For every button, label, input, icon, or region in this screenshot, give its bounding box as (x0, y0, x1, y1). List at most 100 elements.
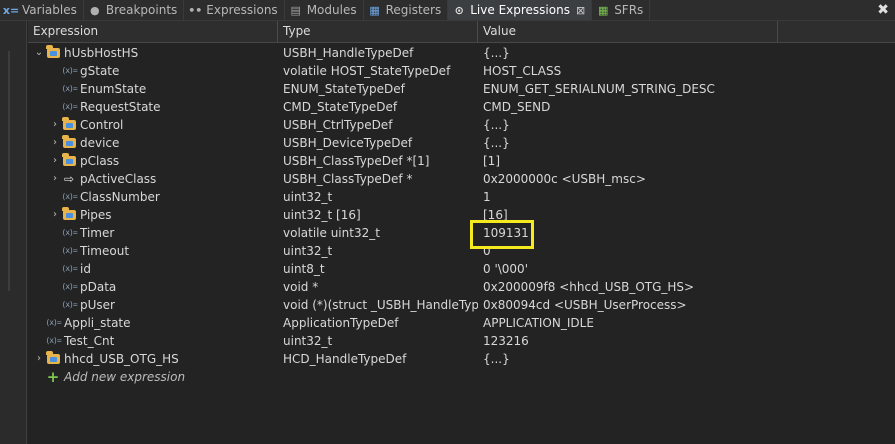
chevron-right-icon[interactable]: › (50, 206, 60, 224)
type-cell: ApplicationTypeDef (283, 316, 399, 330)
tab-expressions[interactable]: •• Expressions (184, 0, 285, 20)
type-cell: USBH_CtrlTypeDef (283, 118, 393, 132)
table-row[interactable]: › device USBH_DeviceTypeDef {...} (28, 134, 895, 152)
tab-label: Modules (306, 3, 357, 17)
value-cell[interactable]: 0x200009f8 <hhcd_USB_OTG_HS> (483, 278, 893, 296)
table-row[interactable]: (x)= pUser void (*)(struct _USBH_HandleTyp… (28, 296, 895, 314)
table-row[interactable]: (x)= pData void * 0x200009f8 <hhcd_USB_OTG_… (28, 278, 895, 296)
value-cell[interactable]: 0 (483, 242, 893, 260)
expression-name: Test_Cnt (64, 334, 115, 348)
variable-icon: (x)= (45, 318, 61, 327)
type-cell: USBH_ClassTypeDef * (283, 172, 413, 186)
table-row[interactable]: (x)= Appli_state ApplicationTypeDef APPLICA… (28, 314, 895, 332)
type-cell: uint32_t [16] (283, 208, 361, 222)
variables-icon: x= (2, 3, 20, 17)
chevron-right-icon[interactable]: › (50, 152, 60, 170)
expression-name: RequestState (80, 100, 161, 114)
tab-label: Registers (385, 3, 442, 17)
value-cell[interactable]: {...} (483, 44, 893, 62)
tab-modules[interactable]: ▤ Modules (285, 0, 364, 20)
expression-cell: (x)= gState (28, 62, 278, 80)
add-icon: + (46, 368, 60, 386)
chevron-right-icon[interactable]: › (50, 116, 60, 134)
tab-breakpoints[interactable]: ● Breakpoints (84, 0, 185, 20)
expression-name: device (80, 136, 120, 150)
type-cell: void (*)(struct _USBH_HandleType... (283, 298, 478, 312)
expressions-icon: •• (188, 3, 203, 17)
table-row[interactable]: › Pipes uint32_t [16] [16] (28, 206, 895, 224)
tab-variables[interactable]: x= Variables (0, 0, 84, 20)
expression-name: EnumState (80, 82, 147, 96)
chevron-right-icon[interactable]: › (34, 350, 44, 368)
column-header-type[interactable]: Type (278, 21, 478, 42)
expression-name: pClass (80, 154, 120, 168)
table-row[interactable]: (x)= EnumState ENUM_StateTypeDef ENUM_GET_S… (28, 80, 895, 98)
type-cell: USBH_DeviceTypeDef (283, 136, 413, 150)
table-row[interactable]: (x)= id uint8_t 0 '\000' (28, 260, 895, 278)
table-row[interactable]: › ⇨ pActiveClass USBH_ClassTypeDef * 0x20000… (28, 170, 895, 188)
value-cell[interactable]: {...} (483, 350, 893, 368)
expression-cell: (x)= Test_Cnt (28, 332, 278, 350)
table-row[interactable]: (x)= RequestState CMD_StateTypeDef CMD_SEND (28, 98, 895, 116)
expression-cell: › hhcd_USB_OTG_HS (28, 350, 278, 368)
table-row[interactable]: › hhcd_USB_OTG_HS HCD_HandleTypeDef {...} (28, 350, 895, 368)
table-row[interactable]: › Control USBH_CtrlTypeDef {...} (28, 116, 895, 134)
value-cell[interactable]: ENUM_GET_SERIALNUM_STRING_DESC (483, 80, 893, 98)
value-cell[interactable]: CMD_SEND (483, 98, 893, 116)
value-cell[interactable]: HOST_CLASS (483, 62, 893, 80)
value-cell[interactable]: [16] (483, 206, 893, 224)
variable-icon: (x)= (45, 336, 61, 345)
table-row[interactable]: › pClass USBH_ClassTypeDef *[1] [1] (28, 152, 895, 170)
tab-live-expressions[interactable]: ⊙ Live Expressions ⊠ (448, 0, 593, 20)
type-cell: uint8_t (283, 262, 325, 276)
struct-icon (45, 45, 60, 60)
chevron-right-icon[interactable]: › (50, 134, 60, 152)
value-cell[interactable]: {...} (483, 116, 893, 134)
variable-icon: (x)= (61, 192, 77, 201)
expression-cell: › ⇨ pActiveClass (28, 170, 278, 188)
variable-icon: (x)= (61, 102, 77, 111)
table-header: Expression Type Value (28, 21, 895, 43)
type-cell: ENUM_StateTypeDef (283, 82, 405, 96)
value-cell[interactable]: 1 (483, 188, 893, 206)
table-row[interactable]: (x)= Timer volatile uint32_t 109131 (28, 224, 895, 242)
expression-name: Control (80, 118, 124, 132)
add-expression-row[interactable]: + Add new expression (28, 368, 895, 386)
close-view-icon[interactable]: ✖ (877, 2, 889, 18)
value-cell[interactable]: {...} (483, 134, 893, 152)
expression-name: Appli_state (64, 316, 131, 330)
table-row[interactable]: (x)= gState volatile HOST_StateTypeDef HOST… (28, 62, 895, 80)
value-cell[interactable]: 123216 (483, 332, 893, 350)
tab-tools: ✖ (877, 0, 895, 20)
value-cell[interactable]: 0 '\000' (483, 260, 893, 278)
column-header-value[interactable]: Value (478, 21, 778, 42)
type-cell: uint32_t (283, 244, 333, 258)
variable-icon: (x)= (61, 264, 77, 273)
type-cell: CMD_StateTypeDef (283, 100, 398, 114)
expression-cell: › Pipes (28, 206, 278, 224)
chevron-right-icon[interactable]: › (50, 170, 60, 188)
tab-sfrs[interactable]: ▦ SFRs (592, 0, 651, 20)
table-row[interactable]: (x)= Timeout uint32_t 0 (28, 242, 895, 260)
expression-cell: (x)= Timeout (28, 242, 278, 260)
value-cell[interactable]: 0x80094cd <USBH_UserProcess> (483, 296, 893, 314)
variable-icon: (x)= (61, 246, 77, 255)
tab-label: Variables (22, 3, 77, 17)
close-tab-icon[interactable]: ⊠ (576, 4, 585, 17)
value-cell[interactable]: 0x2000000c <USBH_msc> (483, 170, 893, 188)
tab-registers[interactable]: ▦ Registers (364, 0, 449, 20)
table-row[interactable]: (x)= Test_Cnt uint32_t 123216 (28, 332, 895, 350)
table-row[interactable]: (x)= ClassNumber uint32_t 1 (28, 188, 895, 206)
expression-name: pUser (80, 298, 115, 312)
column-header-expression[interactable]: Expression (28, 21, 278, 42)
expression-cell: ⌄ hUsbHostHS (28, 44, 278, 62)
value-cell[interactable]: APPLICATION_IDLE (483, 314, 893, 332)
type-cell: uint32_t (283, 190, 333, 204)
table-row[interactable]: ⌄ hUsbHostHS USBH_HandleTypeDef {...} (28, 44, 895, 62)
expression-name: pActiveClass (80, 172, 157, 186)
struct-icon (61, 207, 76, 222)
expression-name: id (80, 262, 91, 276)
value-cell[interactable]: 109131 (483, 224, 893, 242)
chevron-down-icon[interactable]: ⌄ (34, 44, 44, 62)
value-cell[interactable]: [1] (483, 152, 893, 170)
